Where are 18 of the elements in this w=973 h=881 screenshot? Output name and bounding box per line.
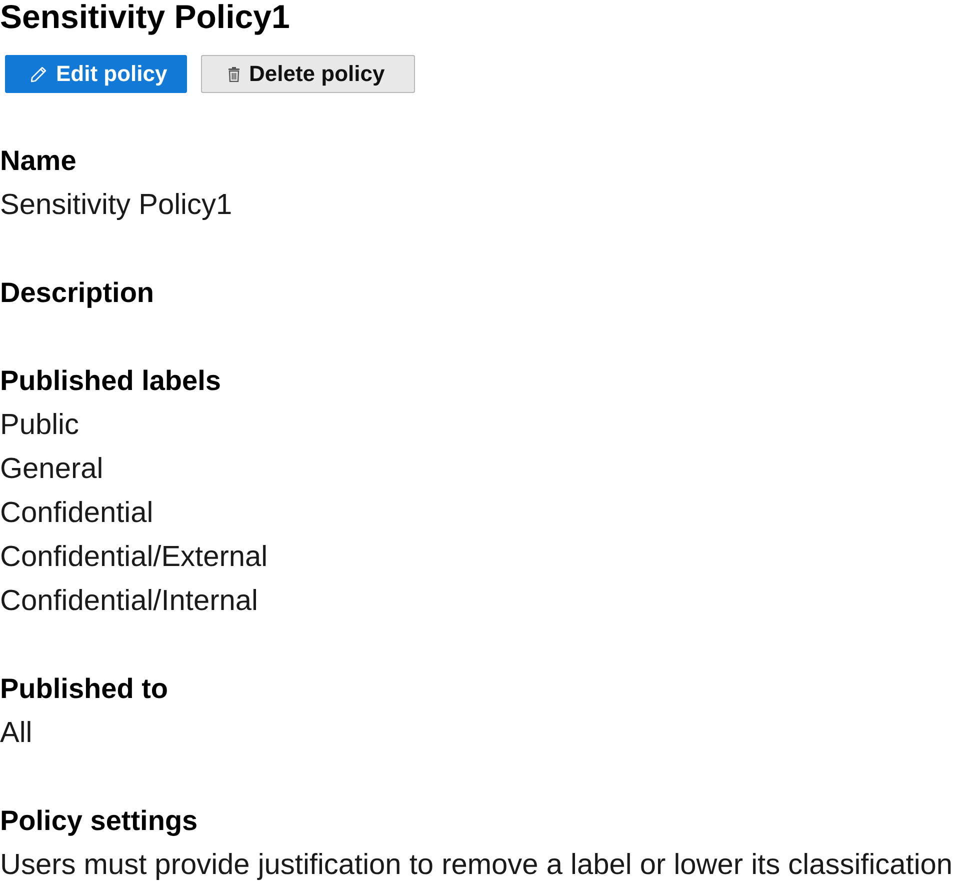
field-value: Confidential/External	[0, 540, 268, 575]
edit-button[interactable]: Edit policy	[5, 55, 187, 93]
field-value: Confidential	[0, 496, 154, 531]
section-heading: Policy settings	[0, 804, 198, 838]
section-heading: Description	[0, 276, 154, 310]
pencil-icon	[30, 66, 47, 82]
field-value: All	[0, 716, 32, 751]
trash-icon	[228, 66, 240, 82]
field-value: Users must provide justification to remove a label or lower its classification	[0, 848, 953, 881]
section-heading: Name	[0, 144, 76, 178]
page-title: Sensitivity Policy1	[0, 0, 290, 33]
section-heading: Published to	[0, 672, 168, 706]
delete-button[interactable]: Delete policy	[201, 55, 415, 93]
field-value: General	[0, 452, 104, 487]
field-value: Confidential/Internal	[0, 584, 258, 619]
field-value: Sensitivity Policy1	[0, 188, 232, 223]
field-value: Public	[0, 408, 79, 443]
section-heading: Published labels	[0, 364, 221, 398]
